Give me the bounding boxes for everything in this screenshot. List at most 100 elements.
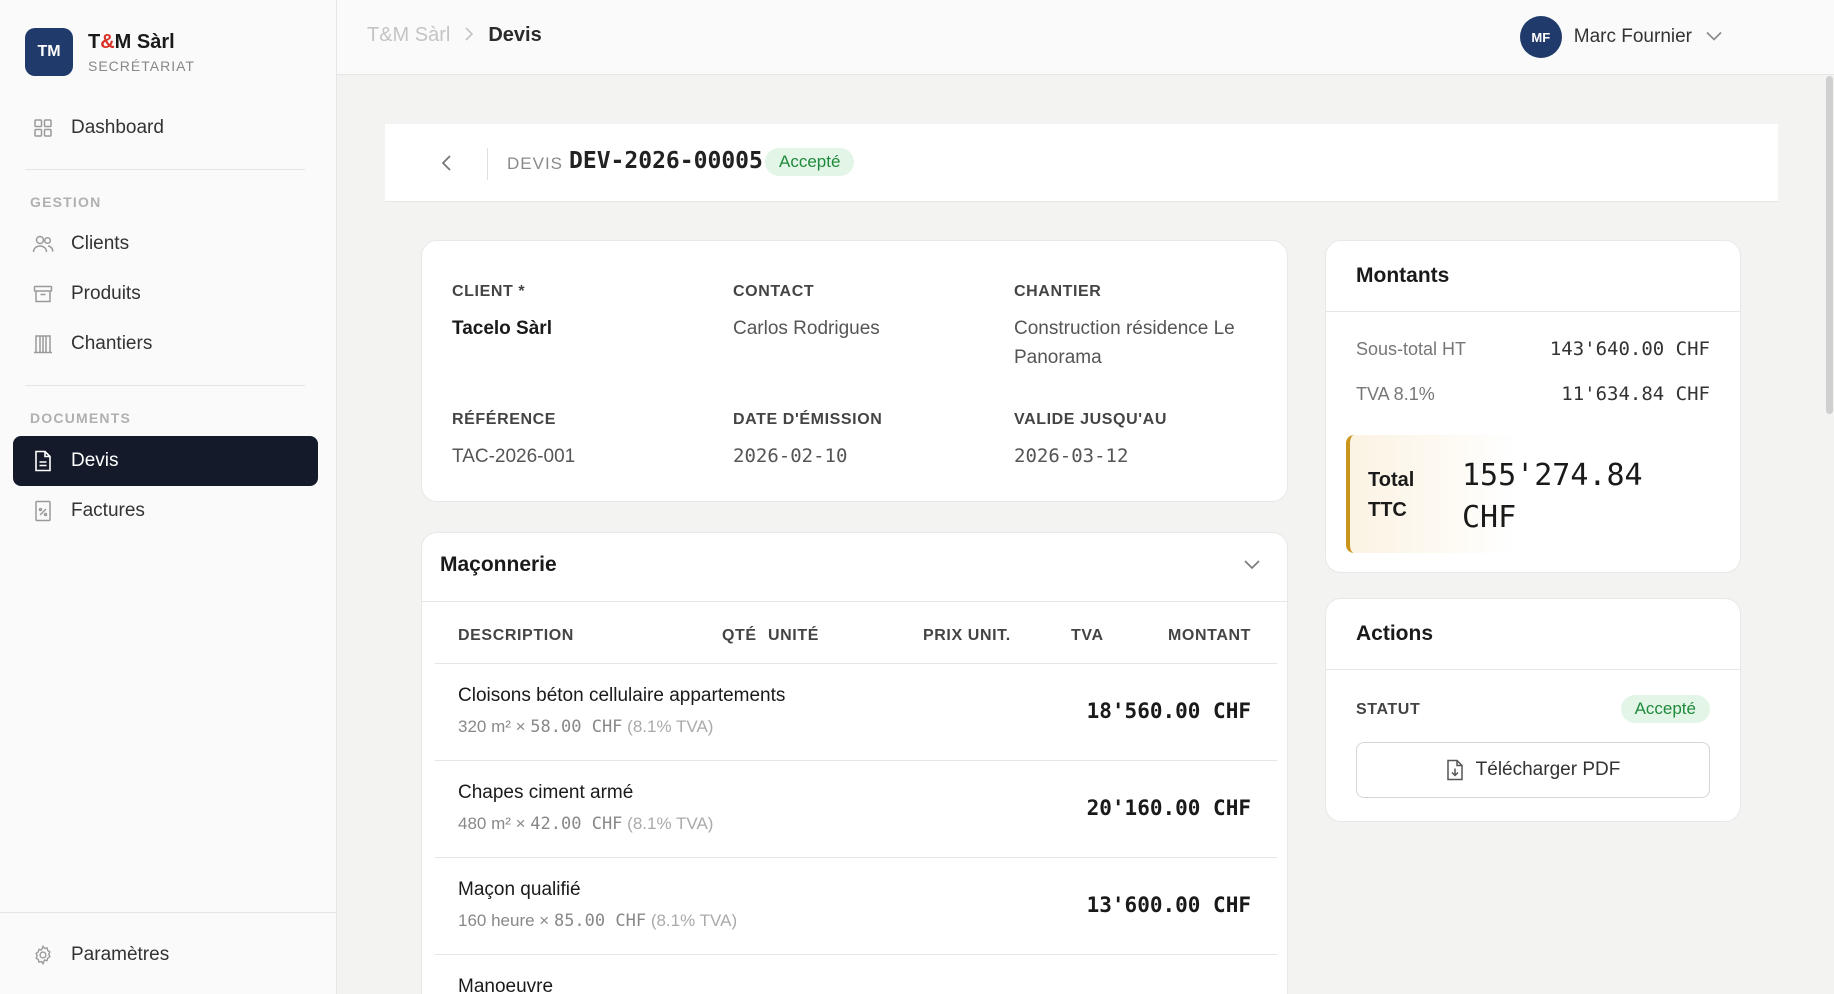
document-info-card: CLIENT * Tacelo Sàrl CONTACT Carlos Rodr… xyxy=(421,240,1288,502)
sidebar-item-produits[interactable]: Produits xyxy=(13,269,318,319)
sidebar-item-label: Produits xyxy=(71,283,141,304)
col-description: DESCRIPTION xyxy=(458,627,574,644)
chantier-label: CHANTIER xyxy=(1014,283,1102,300)
breadcrumb-root[interactable]: T&M Sàrl xyxy=(367,24,450,47)
sidebar-item-label: Factures xyxy=(71,500,145,521)
amounts-card: Montants Sous-total HT 143'640.00 CHF TV… xyxy=(1325,240,1741,573)
sidebar-item-label: Devis xyxy=(71,450,119,471)
section-divider xyxy=(422,601,1289,602)
sidebar-item-parametres[interactable]: Paramètres xyxy=(13,930,318,980)
sidebar-item-clients[interactable]: Clients xyxy=(13,219,318,269)
sidebar-item-chantiers[interactable]: Chantiers xyxy=(13,319,318,369)
line-detail: 160 heure × 85.00 CHF (8.1% TVA) xyxy=(458,911,737,931)
document-type-label: DEVIS xyxy=(507,154,564,173)
line-price: 85.00 CHF xyxy=(553,911,647,931)
section-maconnerie: Maçonnerie DESCRIPTION QTÉ UNITÉ PRIX UN… xyxy=(421,532,1289,994)
chevron-left-icon xyxy=(441,155,451,171)
line-qty-unit: 160 heure × xyxy=(458,911,554,930)
document-number: DEV-2026-00005 xyxy=(569,148,763,174)
archive-icon xyxy=(31,282,55,306)
chevron-down-icon[interactable] xyxy=(1243,557,1261,575)
tva-value: 11'634.84 CHF xyxy=(1561,383,1710,405)
sidebar-item-label: Paramètres xyxy=(71,944,170,965)
line-description: Chapes ciment armé xyxy=(458,782,634,803)
line-price: 58.00 CHF xyxy=(530,717,623,737)
col-montant: MONTANT xyxy=(1168,627,1251,644)
contact-label: CONTACT xyxy=(733,283,815,300)
nav-divider xyxy=(25,385,305,386)
gear-icon xyxy=(31,943,55,967)
document-icon xyxy=(31,449,55,473)
sidebar-item-dashboard[interactable]: Dashboard xyxy=(13,103,318,153)
subtotal-label: Sous-total HT xyxy=(1356,339,1467,359)
header-divider xyxy=(487,148,488,180)
brand[interactable]: TM T&M Sàrl SECRÉTARIAT xyxy=(25,28,195,76)
user-name: Marc Fournier xyxy=(1573,26,1692,47)
row-divider xyxy=(435,954,1277,955)
line-description: Cloisons béton cellulaire appartements xyxy=(458,685,786,706)
amounts-title: Montants xyxy=(1356,264,1450,287)
line-tva: (8.1% TVA) xyxy=(627,814,714,833)
row-divider xyxy=(435,760,1277,761)
breadcrumb-current: Devis xyxy=(488,24,542,46)
client-value[interactable]: Tacelo Sàrl xyxy=(452,314,552,343)
download-pdf-button[interactable]: Télécharger PDF xyxy=(1356,742,1710,798)
download-pdf-label: Télécharger PDF xyxy=(1475,759,1621,780)
back-button[interactable] xyxy=(435,151,459,175)
line-amount: 18'560.00 CHF xyxy=(1086,699,1251,723)
date-value: 2026-02-10 xyxy=(733,445,848,467)
scrollbar[interactable] xyxy=(1824,76,1834,994)
sidebar-footer-divider xyxy=(0,912,337,913)
brand-text: T&M Sàrl SECRÉTARIAT xyxy=(88,31,195,74)
sidebar-item-label: Clients xyxy=(71,233,130,254)
col-unite: UNITÉ xyxy=(768,627,819,644)
sidebar-item-factures[interactable]: Factures xyxy=(13,486,318,536)
line-qty-unit: 480 m² × xyxy=(458,814,531,833)
building-icon xyxy=(31,332,55,356)
sidebar: TM T&M Sàrl SECRÉTARIAT Dashboard GESTIO… xyxy=(0,0,337,994)
reference-label: RÉFÉRENCE xyxy=(452,411,557,428)
chantier-value: Construction résidence Le Panorama xyxy=(1014,318,1235,368)
breadcrumb: T&M Sàrl Devis xyxy=(367,24,542,47)
scrollbar-thumb[interactable] xyxy=(1826,76,1833,414)
document-header: DEVIS DEV-2026-00005 Accepté xyxy=(385,124,1778,202)
chevron-down-icon xyxy=(1706,28,1722,46)
col-prix: PRIX UNIT. xyxy=(923,627,1011,644)
sidebar-item-devis[interactable]: Devis xyxy=(13,436,318,486)
topbar: T&M Sàrl Devis MF Marc Fournier xyxy=(337,0,1834,75)
statut-badge[interactable]: Accepté xyxy=(1620,695,1710,723)
invoice-icon xyxy=(31,499,55,523)
total-box: Total TTC 155'274.84 CHF xyxy=(1346,435,1722,553)
brand-name: T&M Sàrl xyxy=(88,31,195,54)
sidebar-item-label: Chantiers xyxy=(71,333,153,354)
chevron-right-icon xyxy=(464,25,474,46)
nav-group-documents: DOCUMENTS xyxy=(30,410,132,426)
users-icon xyxy=(31,232,55,256)
total-value: 155'274.84 CHF xyxy=(1462,458,1643,535)
section-title[interactable]: Maçonnerie xyxy=(440,553,557,577)
brand-logo: TM xyxy=(25,28,73,76)
card-divider xyxy=(1326,669,1740,670)
col-qte: QTÉ xyxy=(722,627,757,644)
download-file-icon xyxy=(1446,759,1464,781)
user-menu[interactable]: MF Marc Fournier xyxy=(1519,16,1722,58)
line-description: Manoeuvre xyxy=(458,976,554,994)
line-qty-unit: 320 m² × xyxy=(458,717,531,736)
brand-name-a: T xyxy=(88,30,101,53)
line-amount: 20'160.00 CHF xyxy=(1086,796,1251,820)
grid-icon xyxy=(31,116,55,140)
row-divider xyxy=(435,663,1277,664)
nav-divider xyxy=(25,169,305,170)
line-detail: 480 m² × 42.00 CHF (8.1% TVA) xyxy=(458,814,713,834)
line-detail: 320 m² × 58.00 CHF (8.1% TVA) xyxy=(458,717,713,737)
brand-subtitle: SECRÉTARIAT xyxy=(88,57,195,74)
total-label: Total TTC xyxy=(1368,469,1415,521)
tva-label: TVA 8.1% xyxy=(1356,384,1435,404)
brand-name-b: M Sàrl xyxy=(114,30,175,53)
subtotal-value: 143'640.00 CHF xyxy=(1549,338,1710,360)
date-label: DATE D'ÉMISSION xyxy=(733,411,883,428)
col-tva: TVA xyxy=(1071,627,1104,644)
sidebar-item-label: Dashboard xyxy=(71,117,164,138)
card-divider xyxy=(1326,311,1740,312)
contact-value: Carlos Rodrigues xyxy=(733,318,880,339)
